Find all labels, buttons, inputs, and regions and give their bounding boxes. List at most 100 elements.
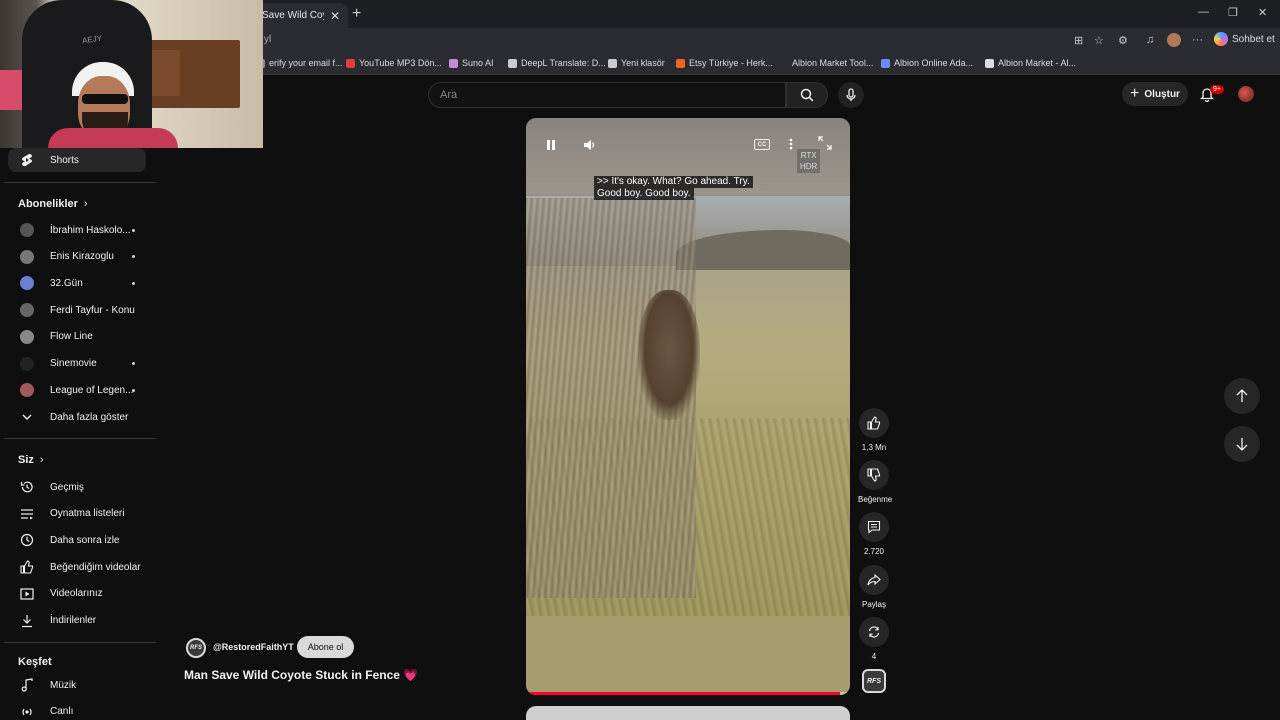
share-button[interactable] bbox=[859, 565, 889, 595]
copilot-chat-button[interactable]: Sohbet et bbox=[1214, 32, 1275, 46]
share-label: Paylaş bbox=[861, 600, 886, 609]
search-button[interactable] bbox=[786, 82, 828, 108]
bookmark-label: Yeni klasör bbox=[621, 58, 665, 68]
like-action[interactable]: 1,3 Mn bbox=[858, 408, 890, 452]
subscribe-button[interactable]: Abone ol bbox=[297, 636, 354, 658]
chevron-right-icon: › bbox=[83, 198, 88, 210]
channel-avatar[interactable]: RFS bbox=[186, 638, 206, 658]
bookmark-label: erify your email f... bbox=[269, 58, 343, 68]
captions-button[interactable]: CC bbox=[754, 139, 770, 150]
app-icon[interactable]: ⊞ bbox=[1074, 34, 1083, 47]
sidebar-item-explore[interactable]: Canlı bbox=[8, 700, 146, 720]
new-content-dot bbox=[132, 228, 135, 232]
subscription-label: League of Legen... bbox=[50, 384, 134, 396]
pause-button[interactable] bbox=[544, 138, 558, 152]
sidebar-item-you[interactable]: Oynatma listeleri bbox=[8, 502, 146, 526]
sidebar-show-more[interactable]: Daha fazla göster bbox=[8, 405, 146, 429]
close-window-icon[interactable]: ✕ bbox=[1258, 6, 1267, 19]
create-button[interactable]: + Oluştur bbox=[1122, 82, 1188, 106]
sidebar-item-label: Beğendiğim videolar bbox=[50, 561, 141, 573]
extensions-icon[interactable]: ⚙ bbox=[1118, 34, 1128, 47]
like-button[interactable] bbox=[859, 408, 889, 438]
shorts-video-player[interactable]: CC RTX HDR >> It's okay. What? Go ahead.… bbox=[526, 118, 850, 695]
bookmark-item[interactable]: Albion Market - Al... bbox=[985, 58, 1076, 68]
comments-action[interactable]: 2.720 bbox=[858, 512, 890, 556]
create-label: Oluştur bbox=[1144, 88, 1180, 100]
next-short-preview[interactable] bbox=[526, 706, 850, 720]
dislike-action[interactable]: Beğenme bbox=[858, 460, 892, 504]
video-title[interactable]: Man Save Wild Coyote Stuck in Fence 💗 bbox=[184, 668, 418, 682]
volume-button[interactable] bbox=[582, 138, 596, 152]
voice-search-button[interactable] bbox=[838, 82, 864, 108]
fullscreen-button[interactable] bbox=[818, 136, 832, 150]
video-progress-fill bbox=[526, 692, 841, 695]
sidebar-divider bbox=[4, 438, 156, 439]
bookmark-item[interactable]: Albion Market Tool... bbox=[779, 58, 873, 68]
download-icon bbox=[20, 614, 34, 628]
subscription-label: İbrahim Haskolo... bbox=[50, 224, 131, 236]
sidebar-subscription-item[interactable]: 32.Gün bbox=[8, 271, 146, 295]
account-avatar[interactable] bbox=[1238, 86, 1254, 102]
comments-button[interactable] bbox=[859, 512, 889, 542]
chevron-down-icon bbox=[20, 410, 34, 424]
search-input[interactable]: Ara bbox=[428, 82, 786, 108]
channel-name[interactable]: @RestoredFaithYT bbox=[213, 642, 294, 652]
url-text[interactable]: yl bbox=[264, 34, 271, 45]
bookmark-item[interactable]: Suno AI bbox=[449, 58, 494, 68]
you-heading[interactable]: Siz › bbox=[18, 454, 44, 466]
thumbs-up-icon bbox=[867, 416, 881, 430]
sidebar-subscription-item[interactable]: League of Legen... bbox=[8, 378, 146, 402]
favorite-star-icon[interactable]: ☆ bbox=[1094, 34, 1104, 47]
bookmark-label: Etsy Türkiye - Herk... bbox=[689, 58, 773, 68]
bookmark-item[interactable]: YouTube MP3 Dön... bbox=[346, 58, 442, 68]
sidebar-subscription-item[interactable]: Enis Kirazoglu bbox=[8, 245, 146, 269]
next-short-button[interactable] bbox=[1224, 426, 1260, 462]
profile-avatar[interactable] bbox=[1167, 33, 1181, 47]
bookmark-item[interactable]: DeepL Translate: D... bbox=[508, 58, 606, 68]
arrow-up-icon bbox=[1236, 389, 1248, 402]
sidebar-item-you[interactable]: Geçmiş bbox=[8, 475, 146, 499]
bookmark-item[interactable]: Etsy Türkiye - Herk... bbox=[676, 58, 773, 68]
more-options-button[interactable] bbox=[789, 138, 793, 150]
volume-icon bbox=[584, 140, 595, 150]
sidebar-subscription-item[interactable]: Flow Line bbox=[8, 325, 146, 349]
channel-avatar bbox=[20, 249, 34, 264]
sidebar-item-shorts[interactable]: Shorts bbox=[8, 148, 146, 172]
video-progress-bar[interactable] bbox=[526, 692, 850, 695]
minimize-icon[interactable]: — bbox=[1198, 6, 1209, 18]
sidebar-subscription-item[interactable]: İbrahim Haskolo... bbox=[8, 218, 146, 242]
sidebar-subscription-item[interactable]: Sinemovie bbox=[8, 352, 146, 376]
sidebar-item-you[interactable]: Daha sonra izle bbox=[8, 528, 146, 552]
new-content-dot bbox=[132, 362, 135, 365]
remix-action[interactable]: 4 bbox=[858, 617, 890, 661]
new-content-dot bbox=[132, 388, 135, 392]
live-icon bbox=[20, 705, 34, 719]
sidebar-item-you[interactable]: Beğendiğim videolar bbox=[8, 555, 146, 579]
collections-icon[interactable]: ♫ bbox=[1146, 34, 1154, 46]
tab-close-icon[interactable]: ✕ bbox=[330, 9, 340, 23]
more-menu-icon[interactable]: ··· bbox=[1192, 34, 1203, 46]
maximize-icon[interactable]: ❐ bbox=[1228, 6, 1238, 19]
previous-short-button[interactable] bbox=[1224, 378, 1260, 414]
sidebar-item-explore[interactable]: Müzik bbox=[8, 673, 146, 697]
browser-tab[interactable]: Save Wild Coyote S ✕ bbox=[248, 3, 348, 28]
sidebar-item-you[interactable]: İndirilenler bbox=[8, 609, 146, 633]
bookmark-item[interactable]: erify your email f... bbox=[256, 58, 343, 68]
bookmark-item[interactable]: Albion Online Ada... bbox=[881, 58, 973, 68]
comment-count: 2.720 bbox=[863, 547, 885, 556]
new-tab-icon[interactable]: + bbox=[352, 5, 361, 23]
caption-line: >> It's okay. What? Go ahead. Try. bbox=[594, 176, 753, 188]
sound-channel-avatar[interactable]: RFS bbox=[862, 669, 886, 693]
subscriptions-heading[interactable]: Abonelikler › bbox=[18, 198, 88, 210]
shorts-icon bbox=[20, 153, 34, 167]
bookmark-item[interactable]: Yeni klasör bbox=[608, 58, 665, 68]
comment-icon bbox=[867, 520, 881, 534]
sidebar-item-you[interactable]: Videolarınız bbox=[8, 582, 146, 606]
hdr-label: HDR bbox=[800, 162, 818, 171]
dislike-button[interactable] bbox=[859, 460, 889, 490]
remix-button[interactable] bbox=[859, 617, 889, 647]
bookmark-label: YouTube MP3 Dön... bbox=[359, 58, 442, 68]
share-action[interactable]: Paylaş bbox=[858, 565, 890, 609]
explore-heading: Keşfet bbox=[18, 656, 52, 668]
sidebar-subscription-item[interactable]: Ferdi Tayfur - Konu bbox=[8, 298, 146, 322]
